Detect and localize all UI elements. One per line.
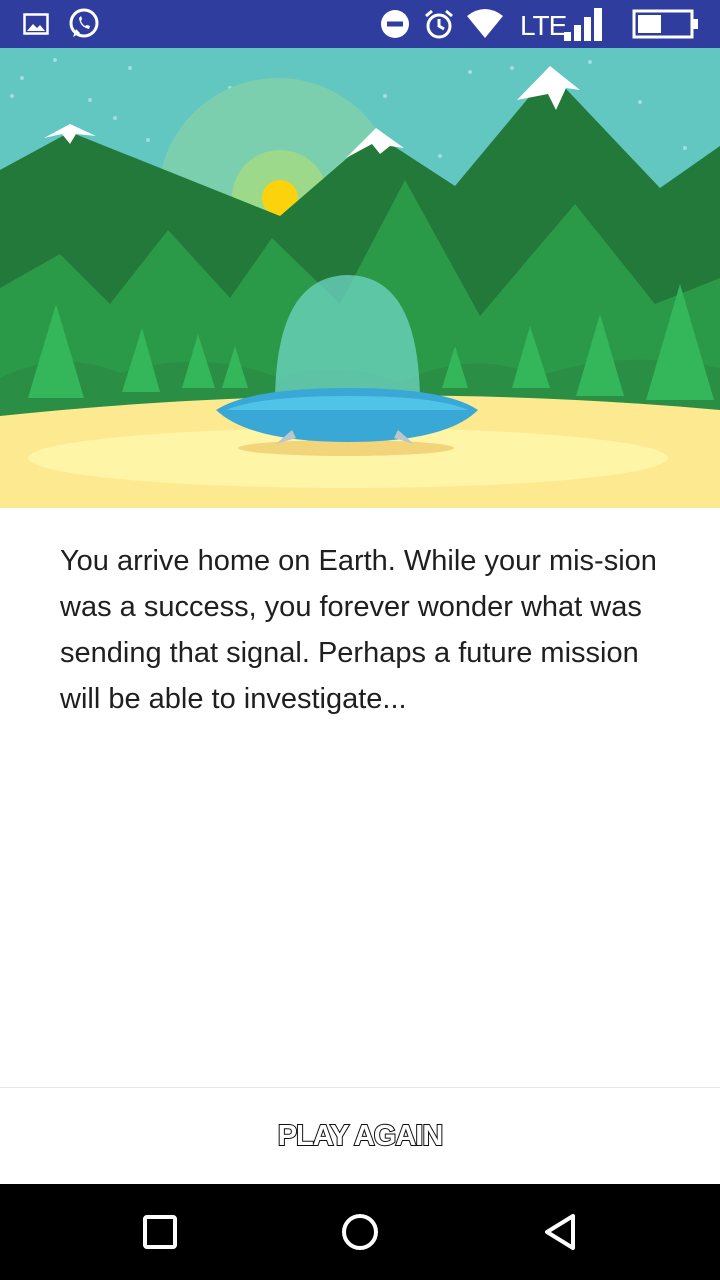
status-bar: LTE [0,0,720,48]
play-again-button[interactable]: PLAY AGAIN [0,1088,720,1184]
home-button[interactable] [300,1184,420,1280]
play-again-label: PLAY AGAIN [277,1119,445,1153]
back-button[interactable] [500,1184,620,1280]
signal-icon [564,0,606,48]
whatsapp-icon [66,0,102,48]
recent-apps-icon [143,1215,177,1249]
navigation-bar [0,1184,720,1280]
home-icon [342,1214,378,1250]
gallery-icon [22,0,50,48]
alarm-icon [423,0,455,48]
back-icon [545,1214,575,1250]
do-not-disturb-icon [380,0,410,48]
ufo-shadow [238,440,454,456]
landing-scene-illustration [0,48,720,508]
wifi-icon [466,0,504,48]
battery-icon [632,0,700,48]
scene-artwork [0,48,720,508]
story-text: You arrive home on Earth. While your mis… [60,545,657,715]
recent-apps-button[interactable] [100,1184,220,1280]
network-type-label: LTE [520,10,567,41]
